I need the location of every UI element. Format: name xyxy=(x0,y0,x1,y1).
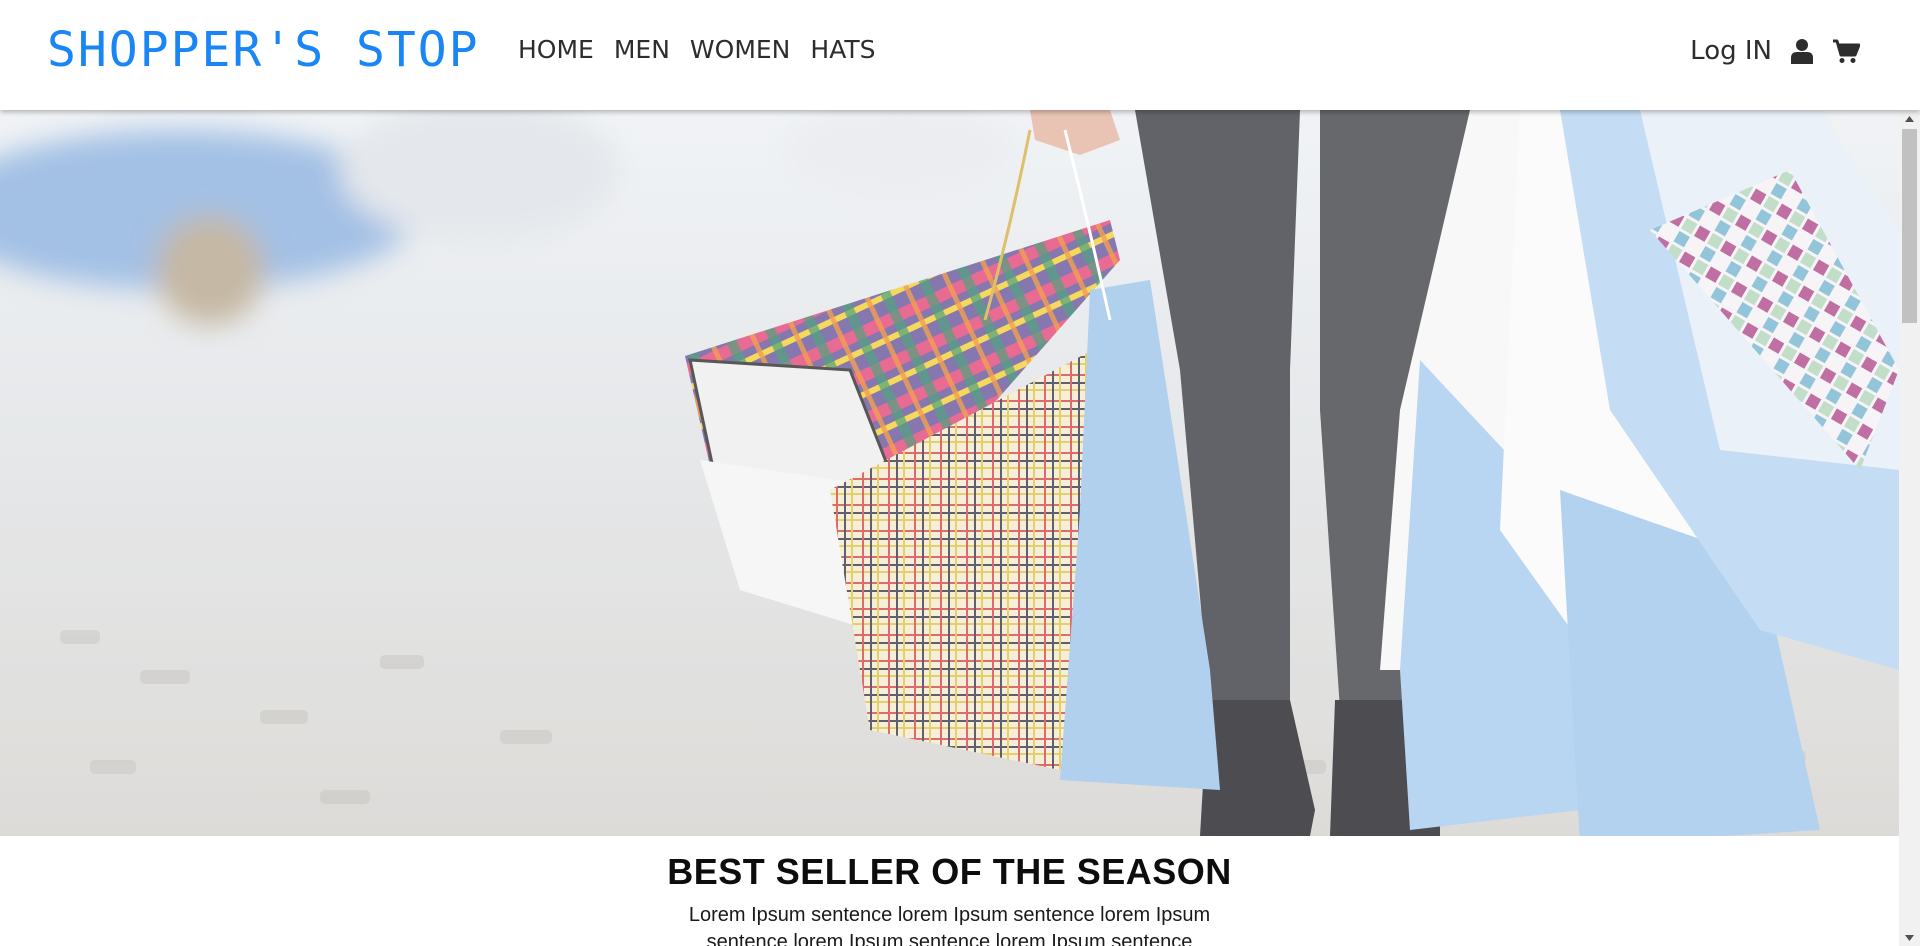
page: SHOPPER'S STOP HOME MEN WOMEN HATS Log I… xyxy=(0,0,1920,946)
top-navbar: SHOPPER'S STOP HOME MEN WOMEN HATS Log I… xyxy=(0,0,1920,110)
nav-women[interactable]: WOMEN xyxy=(690,33,790,67)
cart-icon[interactable] xyxy=(1832,36,1860,66)
nav-hats[interactable]: HATS xyxy=(810,33,875,67)
nav-men[interactable]: MEN xyxy=(614,33,670,67)
triangle-up-icon[interactable] xyxy=(1899,110,1920,127)
triangle-down-icon[interactable] xyxy=(1899,929,1920,946)
login-link[interactable]: Log IN xyxy=(1690,33,1772,69)
hero-banner xyxy=(0,110,1899,836)
scrollbar-thumb[interactable] xyxy=(1902,129,1917,323)
nav-home[interactable]: HOME xyxy=(518,33,594,67)
bestseller-section: BEST SELLER OF THE SEASON Lorem Ipsum se… xyxy=(0,836,1899,946)
section-description: Lorem Ipsum sentence lorem Ipsum sentenc… xyxy=(688,904,1211,946)
vertical-scrollbar[interactable] xyxy=(1899,110,1920,946)
user-icon[interactable] xyxy=(1788,36,1816,66)
main-nav: HOME MEN WOMEN HATS xyxy=(518,33,876,67)
section-title: BEST SELLER OF THE SEASON xyxy=(667,851,1232,892)
nav-actions: Log IN xyxy=(1690,33,1860,69)
brand-logo[interactable]: SHOPPER'S STOP xyxy=(47,22,480,78)
shopping-bags-photo xyxy=(0,110,1899,836)
